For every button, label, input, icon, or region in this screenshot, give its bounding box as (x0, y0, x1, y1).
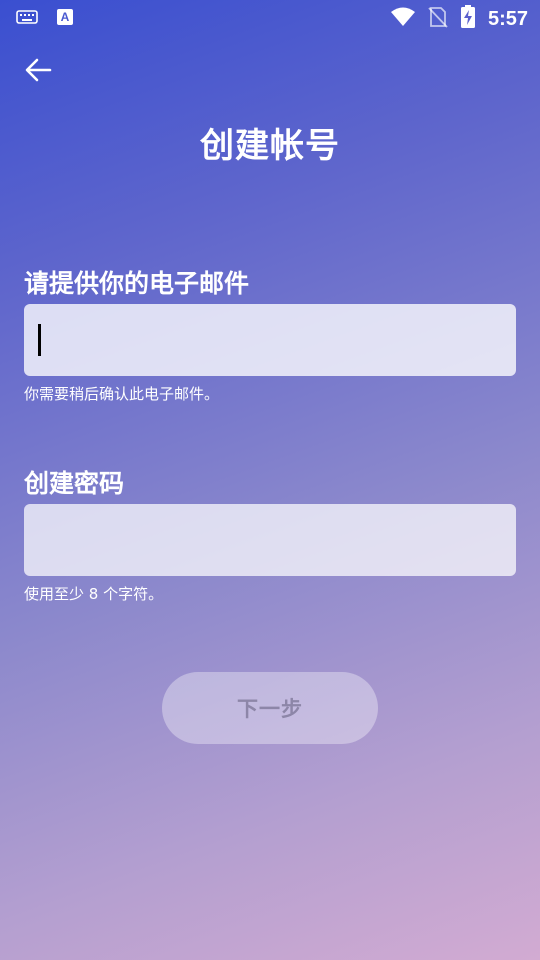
battery-charging-icon (460, 5, 476, 33)
font-a-icon: A (56, 8, 74, 30)
svg-text:A: A (61, 10, 70, 24)
status-left: A (16, 8, 74, 30)
status-bar: A 5:57 (0, 0, 540, 36)
wifi-icon (390, 6, 416, 32)
status-right: 5:57 (390, 5, 528, 33)
page-title: 创建帐号 (200, 126, 340, 166)
text-caret (38, 324, 41, 356)
email-field[interactable] (24, 304, 516, 376)
no-sim-icon (428, 6, 448, 32)
arrow-left-icon (24, 57, 52, 87)
password-hint: 使用至少 8 个字符。 (24, 585, 164, 603)
password-field[interactable] (24, 504, 516, 576)
email-hint: 你需要稍后确认此电子邮件。 (24, 385, 220, 403)
password-label: 创建密码 (24, 469, 125, 498)
keyboard-icon (16, 9, 38, 29)
clock: 5:57 (487, 7, 528, 30)
email-label: 请提供你的电子邮件 (24, 269, 250, 298)
back-button[interactable] (18, 54, 58, 90)
next-button[interactable]: 下一步 (162, 672, 378, 744)
